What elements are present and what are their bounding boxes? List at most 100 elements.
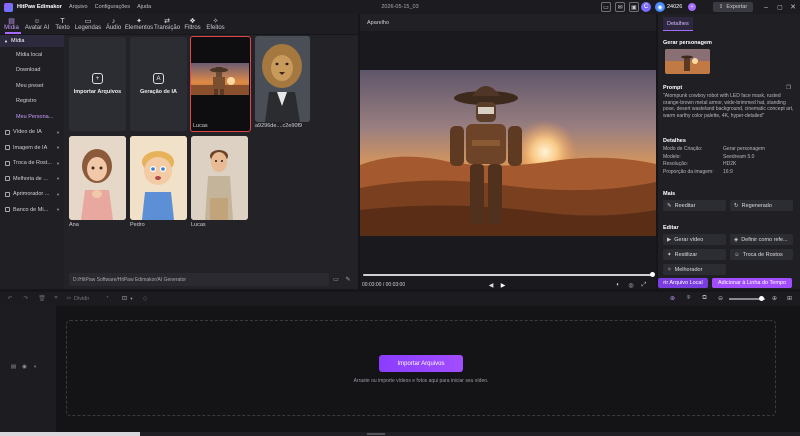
avatar[interactable]: C — [641, 2, 651, 12]
kv-row: Proporção da imagem: 16:9 — [663, 169, 797, 177]
folder-icon[interactable]: ▭ — [332, 275, 340, 284]
mic-icon[interactable]: ⌾ — [684, 294, 693, 303]
section-label: Vídeo de IA — [13, 129, 42, 136]
split-label[interactable]: Dividir — [74, 296, 89, 302]
zoom-slider-handle[interactable] — [759, 296, 764, 301]
text-tool-icon[interactable]: ⊡ — [120, 294, 129, 302]
ai-generation-label: Geração de IA — [140, 89, 177, 95]
tab-details[interactable]: Detalhes — [663, 17, 693, 31]
media-item-lion[interactable] — [255, 36, 310, 122]
media-item-lucas-robot[interactable]: Lucas — [190, 36, 251, 132]
menu-help[interactable]: Ajuda — [137, 4, 151, 10]
sidebar-item-my-persona[interactable]: Meu Persona... — [0, 109, 64, 125]
sidebar-item-record[interactable]: Registro — [0, 94, 64, 110]
notification-icon[interactable]: ✉ — [615, 2, 625, 12]
split-icon[interactable]: ✂ — [65, 294, 73, 302]
gen-character-title: Gerar personagem — [663, 40, 712, 46]
zoom-in-icon[interactable]: ⊕ — [770, 294, 779, 303]
maximize-icon[interactable]: ▢ — [775, 2, 785, 12]
track-lock-icon[interactable]: ▤ — [10, 363, 17, 370]
fullscreen-icon[interactable]: ⤢ — [640, 281, 648, 289]
minimize-icon[interactable]: – — [761, 2, 771, 12]
copy-icon[interactable]: ❐ — [785, 84, 792, 91]
kv-key: Modelo: — [663, 153, 681, 160]
media-item-label: Lucas — [191, 222, 206, 228]
playback-progress[interactable] — [363, 274, 653, 276]
tool-audio[interactable]: ♪ Áudio — [102, 14, 125, 34]
open-local-file-button[interactable]: rir Arquivo Local — [658, 278, 708, 288]
snap-icon[interactable]: ⧉ — [700, 294, 709, 303]
close-icon[interactable]: ✕ — [788, 2, 798, 12]
video-preview[interactable] — [360, 70, 656, 236]
restyle-label: Restilizar — [674, 251, 698, 258]
zoom-out-icon[interactable]: ⊖ — [716, 294, 725, 303]
sidebar-section-improver[interactable]: Aprimorador ... ▼ — [0, 187, 64, 203]
crop-icon[interactable]: ⌗ — [52, 294, 60, 302]
tool-avatar-ai[interactable]: ☺ Avatar AI — [23, 14, 51, 34]
sidebar-section-face-swap[interactable]: Troca de Rost... ▼ — [0, 156, 64, 172]
character-thumbnail[interactable] — [665, 49, 710, 74]
set-reference-button[interactable]: ◈ Definir como refe... — [730, 234, 793, 245]
delete-icon[interactable]: 🗑 — [38, 294, 46, 302]
details-title: Detalhes — [663, 138, 686, 144]
sidebar-item-download[interactable]: Download — [0, 63, 64, 79]
sidebar-item-my-preset[interactable]: Meu preset — [0, 78, 64, 94]
lucas-thumbnail — [191, 136, 248, 220]
sidebar-section-media-bank[interactable]: Banco de Mi... ▼ — [0, 202, 64, 218]
marker-icon[interactable]: ◇ — [141, 294, 149, 302]
speed-icon[interactable]: ◔ — [103, 294, 111, 302]
enhancer-button[interactable]: ✧ Melhorador — [663, 264, 726, 275]
add-credits-icon[interactable]: + — [688, 3, 696, 11]
tool-transition[interactable]: ⇄ Transição — [153, 14, 181, 34]
tool-effects[interactable]: ✧ Efeitos — [204, 14, 227, 34]
tool-elements[interactable]: ✦ Elementos — [125, 14, 153, 34]
export-button[interactable]: ⇪ Exportar — [713, 2, 753, 12]
previous-frame-icon[interactable]: ◀ — [487, 281, 495, 289]
reedit-button[interactable]: ✎ Reeditar — [663, 200, 726, 211]
tool-filters[interactable]: ❖ Filtros — [181, 14, 204, 34]
generate-video-button[interactable]: ▶ Gerar vídeo — [663, 234, 726, 245]
add-to-timeline-button[interactable]: Adicionar à Linha do Tempo — [712, 278, 792, 288]
media-item-lucas[interactable] — [191, 136, 248, 220]
progress-handle[interactable] — [650, 272, 655, 277]
path-input[interactable]: D:/HitPaw Software/HitPaw Edimakor/AI Ge… — [69, 273, 329, 286]
face-swap-button[interactable]: ☺ Troca de Rostos — [730, 249, 793, 260]
gift-icon[interactable]: ▣ — [629, 2, 639, 12]
menu-settings[interactable]: Configurações — [95, 4, 130, 10]
track-visibility-icon[interactable]: ◉ — [21, 363, 28, 370]
restyle-button[interactable]: ✦ Restilizar — [663, 249, 726, 260]
ai-generation-tile[interactable]: A Geração de IA — [130, 37, 187, 131]
sidebar-section-ai-video[interactable]: Vídeo de IA ▼ — [0, 125, 64, 141]
snapshot-icon[interactable]: ◎ — [627, 281, 635, 289]
media-item-ana[interactable] — [69, 136, 126, 220]
ai-cut-icon[interactable]: ⊛ — [668, 294, 677, 303]
monitor-icon[interactable]: ▭ — [601, 2, 611, 12]
sidebar-head-media[interactable]: ▼ Mídia — [0, 35, 64, 47]
volume-icon[interactable]: ◐ — [614, 281, 622, 289]
redo-icon[interactable]: ↷ — [22, 294, 30, 302]
regenerate-button[interactable]: ↻ Regenerado — [730, 200, 793, 211]
menu-file[interactable]: Arquivo — [69, 4, 88, 10]
play-icon[interactable]: ▶ — [499, 281, 507, 289]
sidebar-section-ai-image[interactable]: Imagem de IA ▼ — [0, 140, 64, 156]
tool-subtitles[interactable]: ▭ Legendas — [74, 14, 102, 34]
timeline-import-button[interactable]: Importar Arquivos — [379, 355, 463, 372]
track-mute-icon[interactable]: ◐ — [32, 363, 39, 370]
fit-timeline-icon[interactable]: ⊞ — [785, 294, 794, 303]
chevron-down-icon[interactable]: ▼ — [129, 295, 134, 301]
import-files-tile[interactable]: + Importar Arquivos — [69, 37, 126, 131]
tool-text[interactable]: T Texto — [51, 14, 74, 34]
sidebar-item-local-media[interactable]: Mídia local — [0, 47, 64, 63]
edit-icon[interactable]: ✎ — [344, 275, 352, 284]
export-label: Exportar — [726, 4, 748, 10]
tool-media[interactable]: ▤ Mídia — [0, 14, 23, 34]
scrollbar-thumb[interactable] — [0, 432, 140, 436]
sidebar-section-enhance[interactable]: Melhoria de ... ▼ — [0, 171, 64, 187]
scrollbar-thumb-secondary[interactable] — [367, 433, 385, 435]
media-item-pedro[interactable] — [130, 136, 187, 220]
chevron-down-icon: ▼ — [56, 129, 60, 135]
face-swap-icon — [5, 160, 10, 166]
improver-icon — [5, 191, 10, 197]
section-label: Melhoria de ... — [13, 175, 48, 182]
undo-icon[interactable]: ↶ — [6, 294, 14, 302]
